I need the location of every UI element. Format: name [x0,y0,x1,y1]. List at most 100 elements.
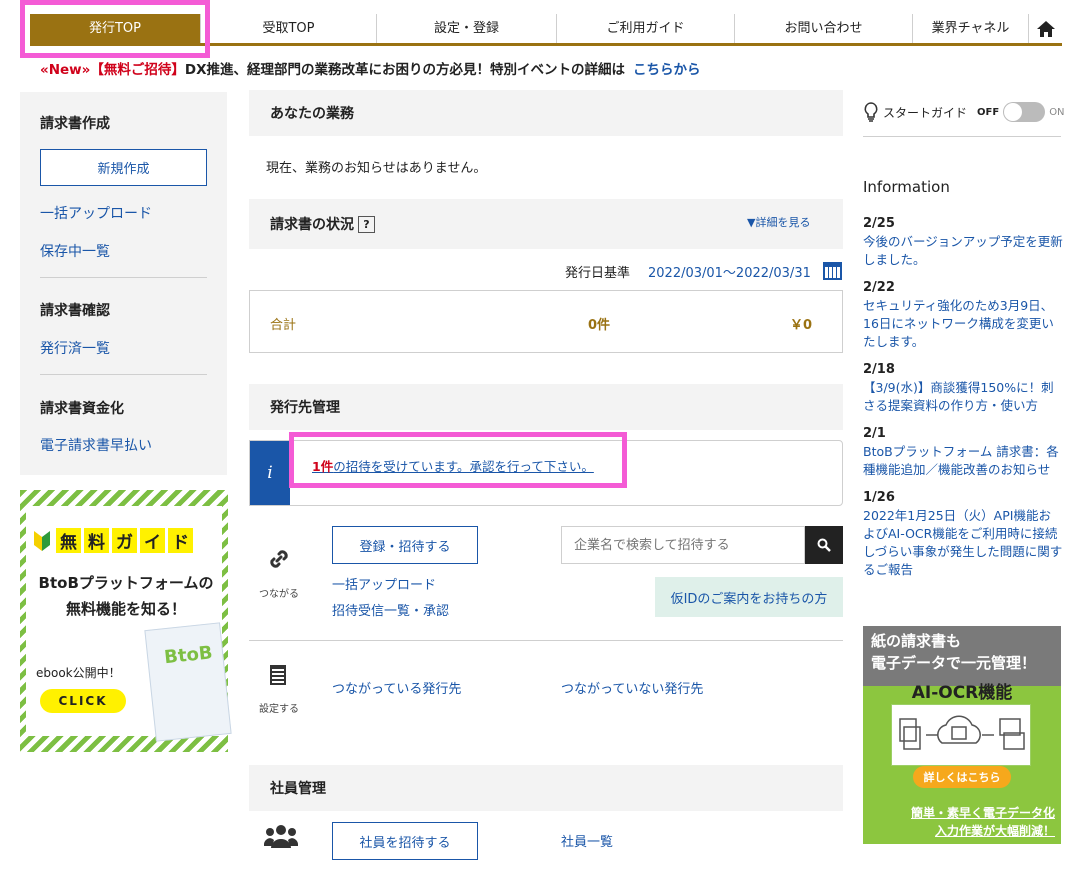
nav-tab-guide[interactable]: ご利用ガイド [556,14,734,43]
information-title: Information [863,178,950,196]
banner-sub-line: 無料機能を知る！ [65,600,186,618]
ocr-footer-line: 簡単・素早く電子データ化 [910,806,1055,820]
ocr-detail-button[interactable]: 詳しくはこちら [913,766,1011,788]
ocr-footer: 簡単・素早く電子データ化 入力作業が大幅削減！ [863,804,1061,840]
status-summary-box: 合計 0件 ￥0 [249,290,843,353]
information-list: 2/25 今後のバージョンアップ予定を更新しました。 2/22 セキュリティ強化… [863,215,1063,589]
banner-title: 無 料 ガ イ ド [31,528,193,553]
temp-id-button[interactable]: 仮IDのご案内をお持ちの方 [655,577,843,617]
ocr-flow-diagram-image [891,704,1031,766]
news-new-tag: «New» [40,62,91,78]
ai-ocr-banner[interactable]: 紙の請求書も 電子データで一元管理！ AI-OCR機能 詳しくはこちら 簡単・素… [863,626,1061,844]
ocr-title: AI-OCR機能 [911,683,1013,703]
ebook-cover-image: BtoB [144,622,232,742]
highlight-invite-notice [289,432,627,488]
ocr-headline: 紙の請求書も 電子データで一元管理！ [871,630,1036,674]
nav-tab-receive-top[interactable]: 受取TOP [200,14,376,43]
divider [249,640,843,641]
sidebar-item-early-payment[interactable]: 電子請求書早払い [40,435,152,455]
sidebar-item-bulk-upload[interactable]: 一括アップロード [40,203,152,223]
start-guide-label: スタートガイド [883,105,968,120]
settings-caption: 設定する [259,704,299,715]
search-icon [817,538,831,552]
ocr-headline-line: 電子データで一元管理！ [871,654,1037,672]
tasks-empty-text: 現在、業務のお知らせはありません。 [266,161,487,176]
banner-inner: 無 料 ガ イ ド BtoBプラットフォームの 無料機能を知る！ ebook公開… [26,506,232,742]
free-guide-banner[interactable]: 無 料 ガ イ ド BtoBプラットフォームの 無料機能を知る！ ebook公開… [20,490,232,752]
status-basis-label: 発行日基準 [565,266,631,281]
toggle-on-label: ON [1049,106,1065,118]
status-count: 0件 [588,318,611,333]
news-banner: «New»【無料ご招待】DX推進、経理部門の業務改革にお困りの方必見！特別イベン… [40,58,701,78]
divider [40,277,207,278]
nav-tab-contact[interactable]: お問い合わせ [734,14,912,43]
banner-click-button[interactable]: CLICK [40,689,126,713]
new-invoice-button[interactable]: 新規作成 [40,149,207,186]
building-icon [270,665,286,685]
unconnected-partners-link[interactable]: つながっていない発行先 [561,678,703,697]
banner-ebook-text: ebook公開中！ [36,666,121,680]
connect-caption: つながる [259,589,299,600]
lightbulb-icon [864,102,878,122]
partners-header: 発行先管理 [249,384,843,430]
banner-title-char: ド [168,528,193,553]
calendar-icon[interactable] [823,262,842,280]
sidebar-head-funding: 請求書資金化 [40,401,124,417]
info-item-link[interactable]: BtoBプラットフォーム 請求書：各種機能追加／機能改善のお知らせ [863,443,1063,479]
divider [863,136,1061,137]
status-date-range: 2022/03/01～2022/03/31 [648,266,811,281]
nav-tab-industry-channel[interactable]: 業界チャネル [912,14,1028,43]
divider [40,374,207,375]
start-guide-toggle[interactable] [1003,102,1046,122]
info-date: 2/1 [863,426,886,441]
status-title: 請求書の状況 [270,217,354,233]
ebook-cover-title: BtoB [163,642,214,669]
banner-title-char: 料 [84,528,109,553]
news-text: DX推進、経理部門の業務改革にお困りの方必見！特別イベントの詳細は [184,62,625,78]
nav-tab-settings[interactable]: 設定・登録 [376,14,556,43]
info-date: 1/26 [863,490,895,505]
banner-subtitle: BtoBプラットフォームの 無料機能を知る！ [26,570,226,622]
company-search-input[interactable] [561,526,805,564]
banner-title-char: 無 [56,528,81,553]
toggle-off-label: OFF [977,106,1000,118]
users-icon [264,825,298,848]
home-icon [1036,20,1055,37]
staff-list-link[interactable]: 社員一覧 [561,831,613,850]
news-invite-tag: 【無料ご招待】 [90,62,185,78]
tasks-header: あなたの業務 [249,90,843,136]
news-link[interactable]: こちらから [633,62,701,78]
sidebar-item-saved-list[interactable]: 保存中一覧 [40,241,110,261]
link-chain-icon [270,550,288,568]
start-guide-row: スタートガイド OFF ON [863,102,1065,122]
sidebar-item-issued-list[interactable]: 発行済一覧 [40,338,110,358]
register-invite-button[interactable]: 登録・招待する [332,526,478,564]
info-date: 2/25 [863,216,895,231]
banner-sub-line: BtoBプラットフォームの [38,574,214,592]
status-detail-link[interactable]: ▼詳細を見る [747,214,810,230]
staff-header: 社員管理 [249,765,843,811]
search-button[interactable] [805,526,843,564]
info-date: 2/18 [863,362,895,377]
status-amount: ￥0 [790,318,813,333]
invite-list-link[interactable]: 招待受信一覧・承認 [332,600,449,619]
highlight-issue-top [20,0,210,58]
beginner-leaf-icon [31,528,53,553]
sidebar: 請求書作成 新規作成 一括アップロード 保存中一覧 請求書確認 発行済一覧 請求… [20,92,227,475]
connected-partners-link[interactable]: つながっている発行先 [332,678,461,697]
banner-title-char: イ [140,528,165,553]
info-item-link[interactable]: 【3/9(水)】商談獲得150%に！刺さる提案資料の作り方・使い方 [863,379,1063,415]
info-item-link[interactable]: 今後のバージョンアップ予定を更新しました。 [863,233,1063,269]
ocr-footer-line: 入力作業が大幅削減！ [934,824,1055,838]
info-icon: i [250,441,290,505]
info-item-link[interactable]: セキュリティ強化のため3月9日、16日にネットワーク構成を変更いたします。 [863,297,1063,351]
invite-staff-button[interactable]: 社員を招待する [332,822,478,860]
help-icon[interactable]: ? [358,215,375,233]
banner-title-char: ガ [112,528,137,553]
status-total-label: 合計 [270,318,297,333]
info-item-link[interactable]: 2022年1月25日（火）API機能およびAI-OCR機能をご利用時に接続しづら… [863,507,1063,579]
home-button[interactable] [1028,14,1062,43]
info-date: 2/22 [863,280,895,295]
sidebar-head-confirm: 請求書確認 [40,303,110,319]
partner-bulk-upload-link[interactable]: 一括アップロード [332,574,436,593]
